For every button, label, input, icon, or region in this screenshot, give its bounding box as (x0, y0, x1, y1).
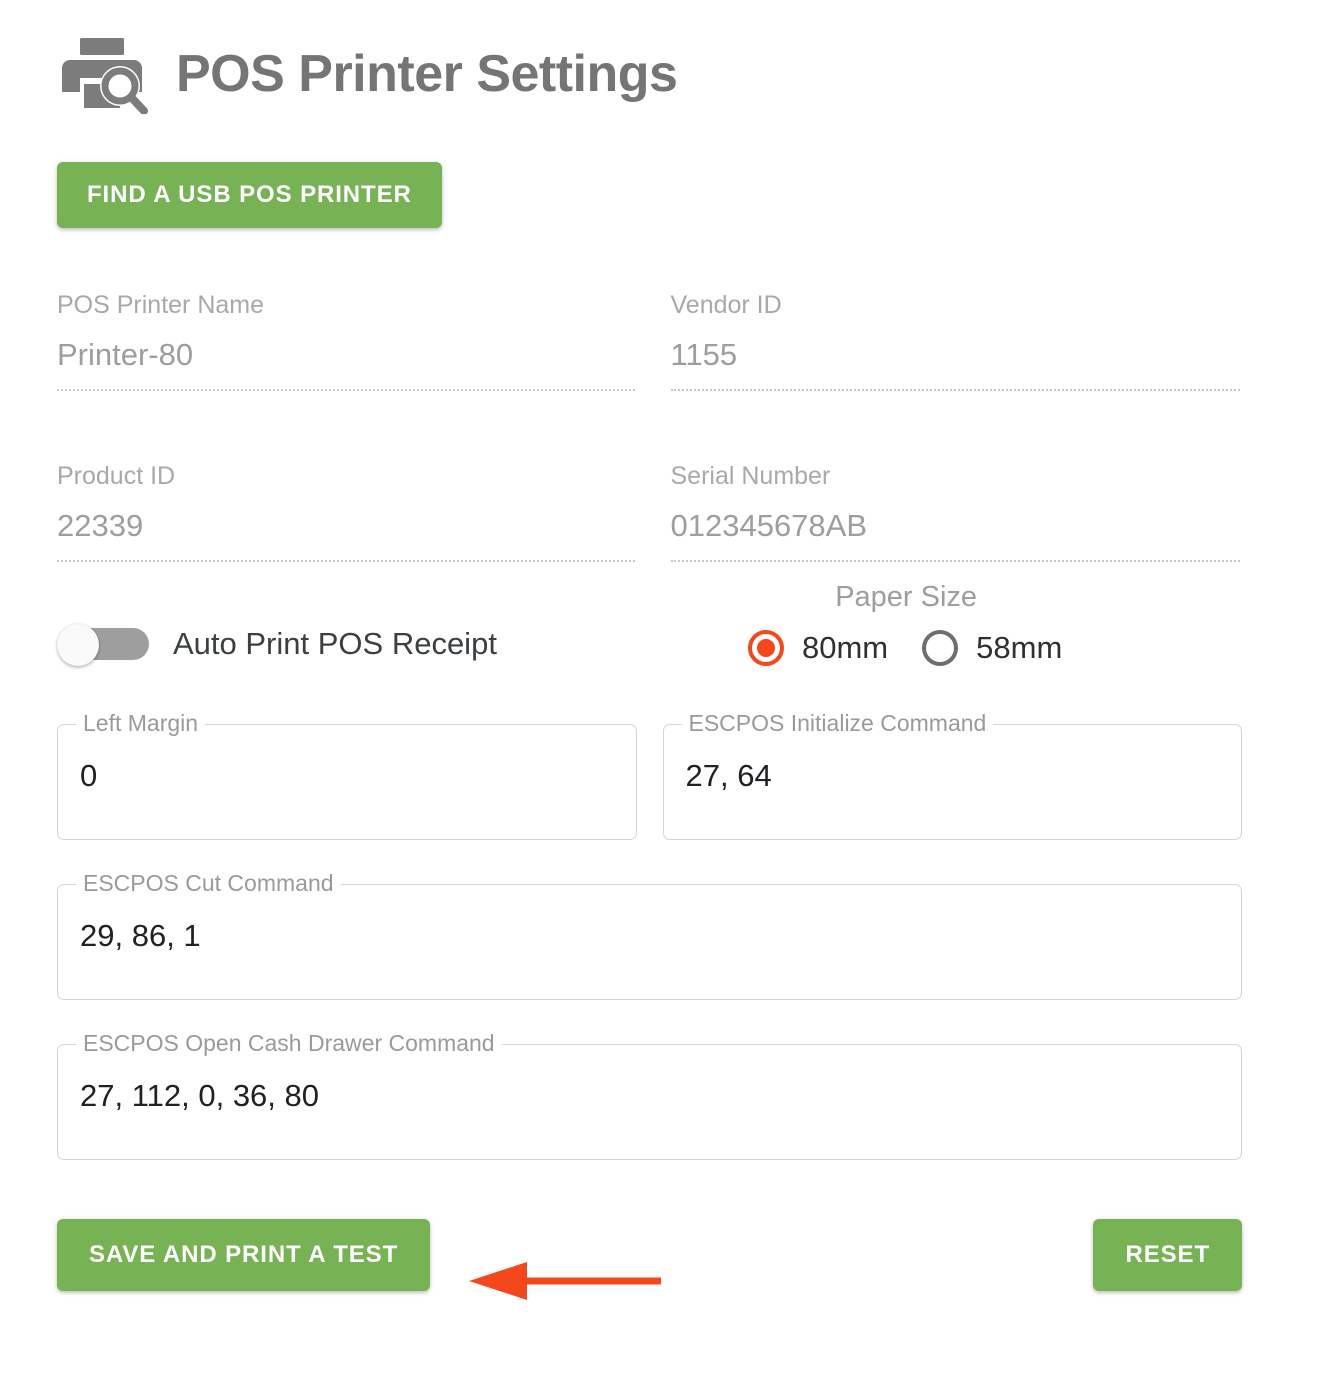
field-label: Serial Number (670, 462, 831, 491)
escpos-open-cash-drawer-command-field[interactable]: ESCPOS Open Cash Drawer Command 27, 112,… (57, 1032, 1242, 1161)
find-usb-pos-printer-button[interactable]: FIND A USB POS PRINTER (57, 162, 442, 228)
paper-size-radio-row: 80mm 58mm (748, 630, 1063, 667)
escpos-initialize-command-field[interactable]: ESCPOS Initialize Command 27, 64 (662, 712, 1242, 841)
left-margin-label: Left Margin (76, 712, 206, 736)
toggle-and-paper-size-row: Auto Print POS Receipt Paper Size 80mm 5… (0, 581, 1324, 667)
command-fields-row-3: ESCPOS Open Cash Drawer Command 27, 112,… (0, 1032, 1324, 1161)
escpos-cut-command-field[interactable]: ESCPOS Cut Command 29, 86, 1 (57, 872, 1242, 1001)
vendor-id-input[interactable]: 1155 (670, 336, 1240, 392)
field-label: Vendor ID (670, 291, 782, 319)
toggle-knob (57, 624, 99, 667)
paper-size-option-80mm[interactable]: 80mm (748, 630, 889, 667)
reset-button[interactable]: RESET (1093, 1219, 1242, 1292)
command-fields-row-2: ESCPOS Cut Command 29, 86, 1 (0, 872, 1324, 1001)
field-pos-printer-name: POS Printer Name Printer-80 (57, 276, 635, 392)
save-and-print-test-button[interactable]: SAVE AND PRINT A TEST (57, 1219, 431, 1292)
auto-print-toggle-group[interactable]: Auto Print POS Receipt (57, 624, 497, 667)
product-id-input[interactable]: 22339 (57, 507, 635, 563)
printer-info-fields: POS Printer Name Printer-80 Vendor ID 11… (0, 276, 1324, 563)
paper-size-option-label: 58mm (976, 630, 1063, 666)
auto-print-toggle-switch[interactable] (57, 624, 149, 667)
paper-size-group: Paper Size 80mm 58mm (748, 581, 1063, 667)
field-label: POS Printer Name (57, 291, 265, 319)
serial-number-input[interactable]: 012345678AB (670, 507, 1240, 563)
page-header: POS Printer Settings (0, 0, 1324, 118)
paper-size-option-label: 80mm (802, 630, 889, 666)
escpos-initialize-command-label: ESCPOS Initialize Command (681, 712, 994, 736)
footer-actions: SAVE AND PRINT A TEST RESET (0, 1212, 1324, 1298)
field-row-spacer (57, 391, 1240, 447)
printer-search-icon (62, 34, 148, 115)
command-fields-row-1: Left Margin 0 ESCPOS Initialize Command … (0, 712, 1324, 841)
auto-print-label: Auto Print POS Receipt (173, 626, 497, 662)
paper-size-title: Paper Size (835, 581, 978, 614)
field-label: Product ID (57, 462, 176, 491)
field-product-id: Product ID 22339 (57, 447, 635, 563)
field-serial-number: Serial Number 012345678AB (663, 447, 1240, 563)
escpos-open-cash-drawer-command-label: ESCPOS Open Cash Drawer Command (76, 1032, 502, 1056)
pos-printer-name-input[interactable]: Printer-80 (57, 336, 635, 392)
radio-icon-selected[interactable] (748, 630, 784, 667)
field-vendor-id: Vendor ID 1155 (663, 276, 1240, 392)
pos-printer-settings-page: POS Printer Settings FIND A USB POS PRIN… (0, 0, 1324, 1392)
find-printer-row: FIND A USB POS PRINTER (0, 118, 1324, 228)
left-margin-field[interactable]: Left Margin 0 (57, 712, 637, 841)
escpos-cut-command-label: ESCPOS Cut Command (76, 872, 341, 896)
radio-icon-unselected[interactable] (922, 630, 959, 667)
page-title: POS Printer Settings (176, 45, 678, 103)
paper-size-option-58mm[interactable]: 58mm (922, 630, 1063, 667)
